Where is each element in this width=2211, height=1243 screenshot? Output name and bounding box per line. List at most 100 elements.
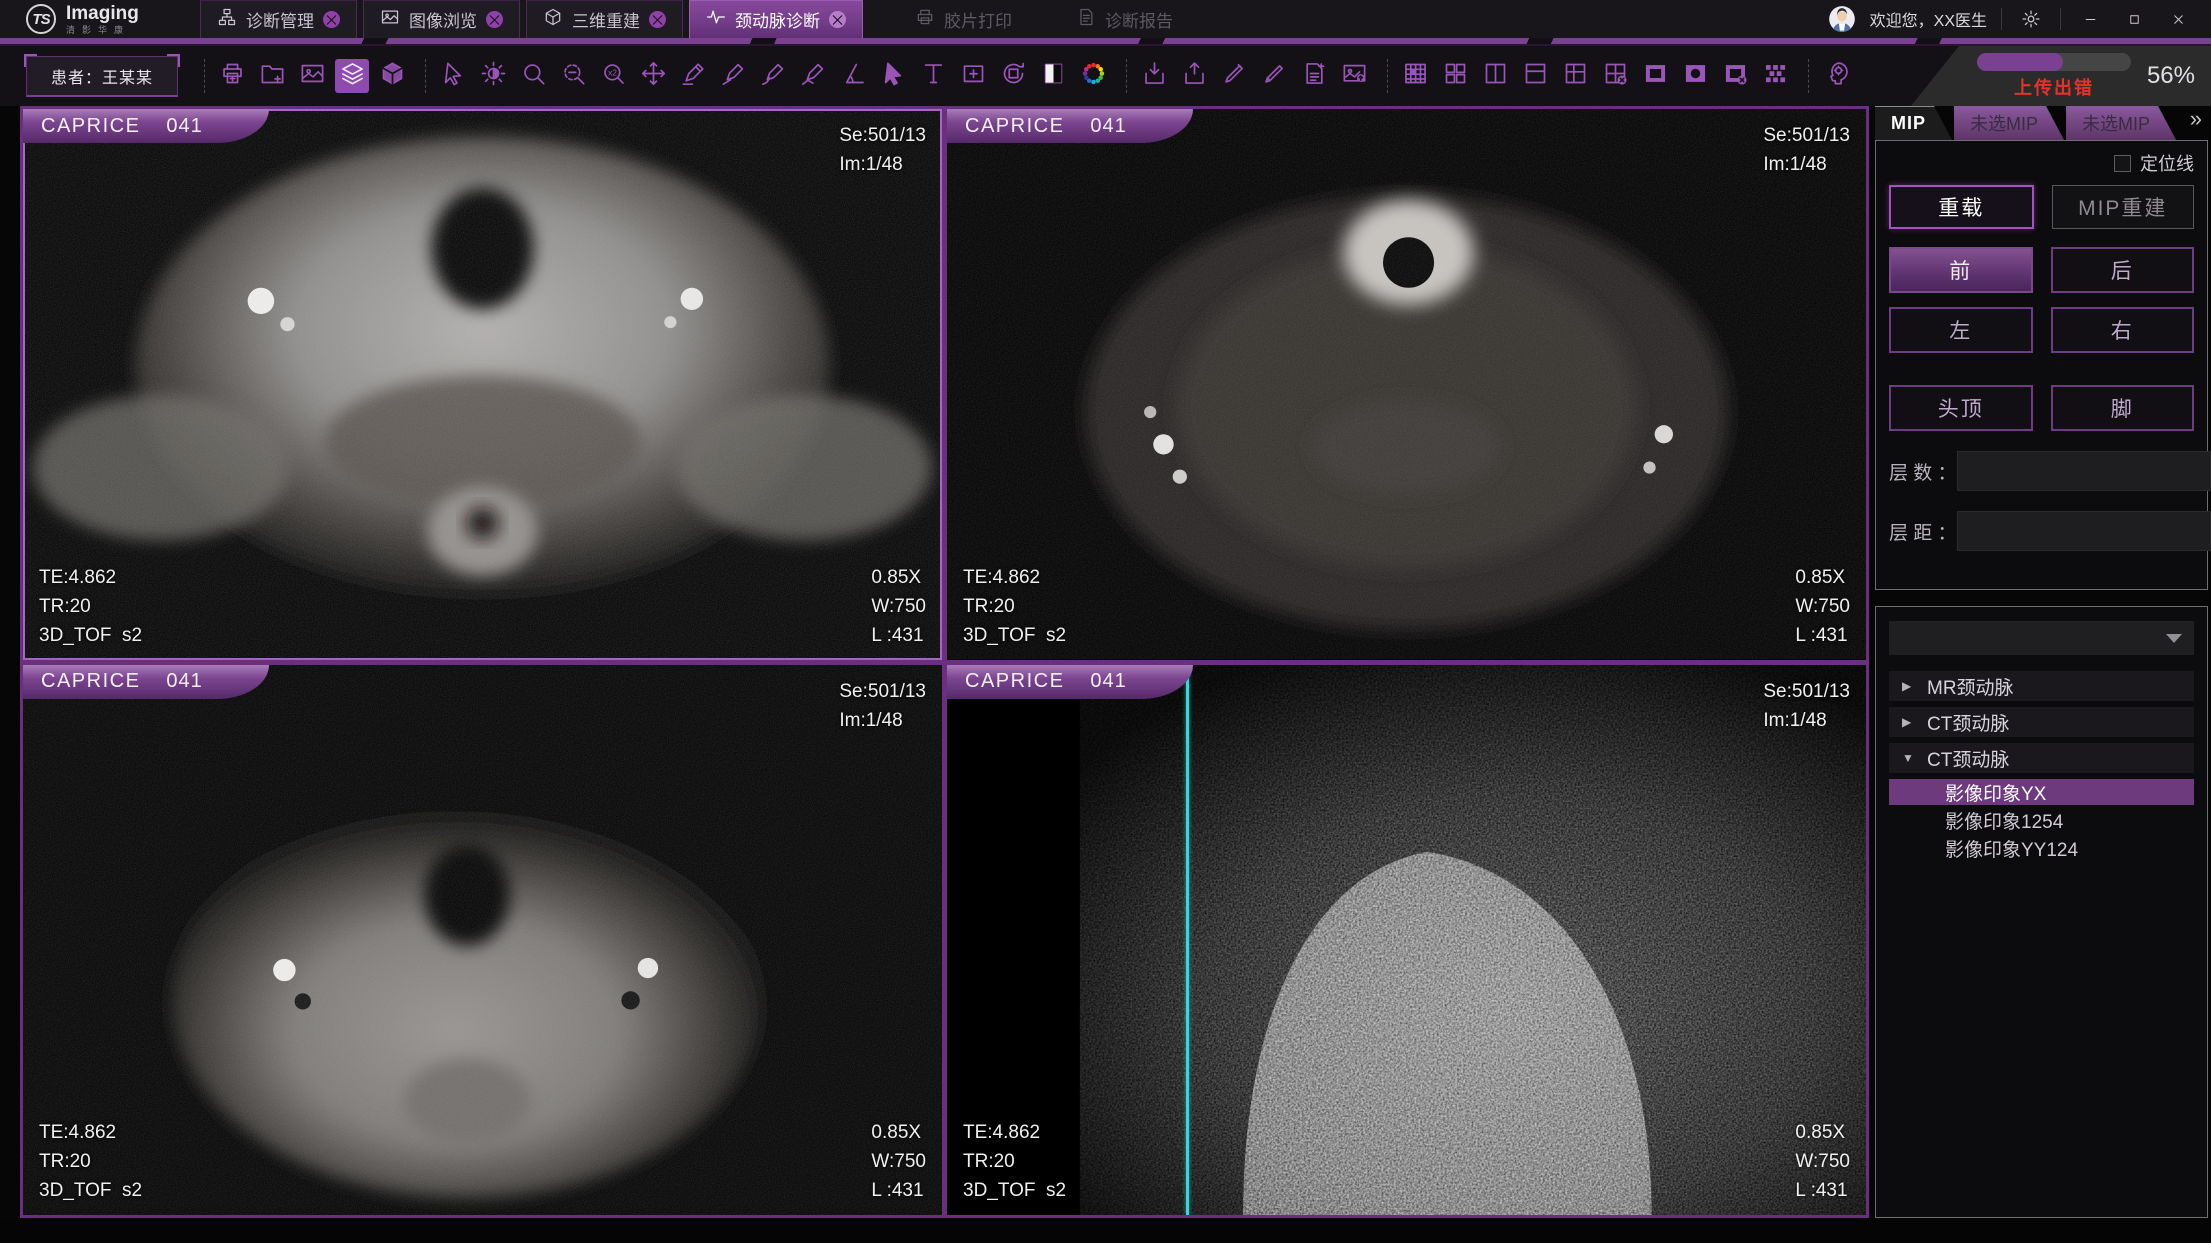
toolbar-divider	[204, 59, 205, 93]
color-palette-tool[interactable]	[1076, 59, 1110, 93]
grid-close-tool[interactable]	[1598, 59, 1632, 93]
minimize-button[interactable]	[2075, 0, 2105, 38]
hsplit-layout-tool[interactable]	[1518, 59, 1552, 93]
settings-gear-icon[interactable]	[2016, 0, 2046, 38]
direction-button-1[interactable]: 前	[1889, 247, 2033, 293]
pencil-curve-tool[interactable]	[756, 59, 790, 93]
tr-value: TR:20	[963, 1147, 1066, 1176]
window-level: L :431	[1795, 621, 1850, 650]
gallery-tool[interactable]	[295, 59, 329, 93]
text-annotation-tool[interactable]	[916, 59, 950, 93]
mri-image	[23, 109, 942, 660]
direction-button-4[interactable]: 右	[2051, 307, 2195, 353]
close-window-button[interactable]	[2163, 0, 2193, 38]
roi-box-tool[interactable]	[956, 59, 990, 93]
layers-tool[interactable]	[335, 59, 369, 93]
pan-icon	[640, 60, 667, 92]
zoom-region-tool[interactable]	[556, 59, 590, 93]
titlebar-right: 欢迎您，XX医生	[1828, 0, 2211, 38]
welcome-text: 欢迎您，XX医生	[1870, 7, 1987, 31]
chevron-right-icon[interactable]: ▶	[1902, 715, 1916, 729]
angle-measure-tool[interactable]	[836, 59, 870, 93]
tree-node-label: CT颈动脉	[1927, 709, 2009, 736]
pencil-polygon-tool[interactable]	[796, 59, 830, 93]
upload-progress-fill	[1977, 53, 2063, 71]
tab-close-icon[interactable]	[829, 11, 846, 28]
brightness-contrast-tool[interactable]	[476, 59, 510, 93]
panel-tab-3[interactable]: 未选MIP	[2066, 106, 2176, 140]
localization-line-checkbox[interactable]	[2114, 155, 2131, 172]
tree-leaf-3-2[interactable]: 影像印象1254	[1889, 807, 2194, 833]
tab-close-icon[interactable]	[486, 11, 503, 28]
doc-add-tool[interactable]	[1297, 59, 1331, 93]
mip-rebuild-button[interactable]: MIP重建	[2052, 185, 2195, 229]
cursor-filled-tool[interactable]	[876, 59, 910, 93]
direction-buttons-primary: 前后左右	[1889, 247, 2194, 353]
reference-line[interactable]	[1186, 665, 1189, 1216]
logo-subtitle: 清影华康	[66, 26, 139, 35]
viewport-3[interactable]: CAPRICE041Se:501/13Im:1/48TE:4.862TR:203…	[23, 665, 942, 1216]
pen-alt-tool[interactable]	[1257, 59, 1291, 93]
chevron-down-icon[interactable]: ▼	[1902, 751, 1916, 765]
ai-head-tool[interactable]	[1819, 59, 1853, 93]
rect-close-tool[interactable]	[1718, 59, 1752, 93]
tree-leaf-3-3[interactable]: 影像印象YY124	[1889, 835, 2194, 861]
panel-tabs-more-icon[interactable]: »	[2190, 108, 2208, 140]
viewport-2[interactable]: CAPRICE041Se:501/13Im:1/48TE:4.862TR:203…	[947, 109, 1866, 660]
tree-node-2[interactable]: ▶ CT颈动脉	[1889, 707, 2194, 737]
main-tab-3[interactable]: 三维重建	[526, 0, 683, 38]
circle-filled-tool[interactable]	[1678, 59, 1712, 93]
pan-tool[interactable]	[636, 59, 670, 93]
window-grid-tool[interactable]	[1558, 59, 1592, 93]
main-tab-1[interactable]: 诊断管理	[200, 0, 357, 38]
tree-leaf-3-1[interactable]: 影像印象YX	[1889, 779, 2194, 805]
pencil-angle-tool[interactable]	[716, 59, 750, 93]
viewport-4[interactable]: CAPRICE041Se:501/13Im:1/48TE:4.862TR:203…	[947, 665, 1866, 1216]
pen-tool[interactable]	[1217, 59, 1251, 93]
zoom-2x-tool[interactable]: x2	[596, 59, 630, 93]
pointer-tool[interactable]	[436, 59, 470, 93]
zoom-tool[interactable]	[516, 59, 550, 93]
upload-tool[interactable]	[1177, 59, 1211, 93]
folder-open-add-tool[interactable]	[255, 59, 289, 93]
layer-spacing-label: 层 距 ：	[1889, 518, 1957, 545]
printer-add-tool[interactable]	[215, 59, 249, 93]
grid-dense-tool[interactable]	[1398, 59, 1432, 93]
rect-filled-tool[interactable]	[1638, 59, 1672, 93]
direction-button-6[interactable]: 脚	[2051, 385, 2195, 431]
panel-tab-2[interactable]: 未选MIP	[1954, 106, 2064, 140]
app-logo: TS Imaging 清影华康	[0, 0, 200, 38]
tile-pattern-tool[interactable]	[1758, 59, 1792, 93]
series-tree: ▶MR颈动脉▶CT颈动脉▼CT颈动脉影像印象YX影像印象1254影像印象YY12…	[1889, 671, 2194, 861]
chevron-right-icon[interactable]: ▶	[1902, 679, 1916, 693]
direction-button-2[interactable]: 后	[2051, 247, 2195, 293]
viewport-1[interactable]: CAPRICE041Se:501/13Im:1/48TE:4.862TR:203…	[23, 109, 942, 660]
pencil-line-tool[interactable]	[676, 59, 710, 93]
tree-node-1[interactable]: ▶MR颈动脉	[1889, 671, 2194, 701]
main-tab-2[interactable]: 图像浏览	[363, 0, 520, 38]
tree-node-3[interactable]: ▼CT颈动脉	[1889, 743, 2194, 773]
sequence-name: 3D_TOF s2	[39, 1176, 142, 1205]
main-tab-4[interactable]: 颈动脉诊断	[689, 0, 863, 38]
direction-button-3[interactable]: 左	[1889, 307, 2033, 353]
direction-button-5[interactable]: 头顶	[1889, 385, 2033, 431]
layer-count-input[interactable]	[1957, 451, 2211, 491]
quad-layout-tool[interactable]	[1438, 59, 1472, 93]
panel-tab-1[interactable]: MIP	[1875, 106, 1952, 140]
upload-progress-bar	[1977, 53, 2131, 71]
cube-filled-tool[interactable]	[375, 59, 409, 93]
download-tool[interactable]	[1137, 59, 1171, 93]
reload-button[interactable]: 重载	[1889, 185, 2034, 229]
invert-bw-tool[interactable]	[1036, 59, 1070, 93]
tab-close-icon[interactable]	[323, 11, 340, 28]
series-dropdown[interactable]	[1889, 621, 2194, 655]
maximize-button[interactable]	[2119, 0, 2149, 38]
folder-open-add-icon	[259, 60, 286, 92]
tab-close-icon[interactable]	[649, 11, 666, 28]
vsplit-layout-tool[interactable]	[1478, 59, 1512, 93]
app-window: TS Imaging 清影华康 诊断管理图像浏览三维重建颈动脉诊断胶片打印诊断报…	[0, 0, 2211, 1243]
layer-spacing-input[interactable]	[1957, 511, 2211, 551]
rotate-tool[interactable]	[996, 59, 1030, 93]
main-tab-bar: 诊断管理图像浏览三维重建颈动脉诊断胶片打印诊断报告	[200, 0, 1191, 38]
image-upload-tool[interactable]	[1337, 59, 1371, 93]
